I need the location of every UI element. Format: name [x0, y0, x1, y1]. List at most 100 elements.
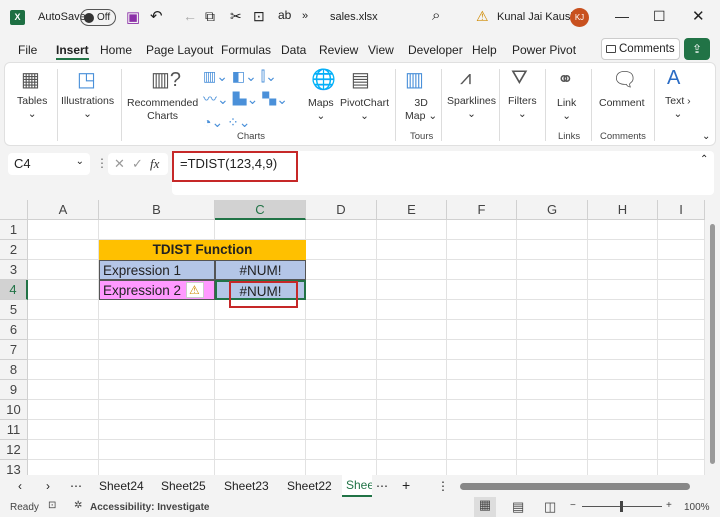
- page-layout-icon[interactable]: ▤: [512, 499, 524, 515]
- avatar[interactable]: KJ: [570, 8, 589, 27]
- chart-type-icons[interactable]: ▥⌄ ◧⌄ ⫿⌄ 〰⌄ ▙⌄ ▚⌄ ◔⌄ ⁘⌄: [203, 65, 288, 134]
- save-icon[interactable]: ▣: [126, 8, 140, 26]
- add-sheet-icon[interactable]: +: [402, 477, 410, 493]
- cell[interactable]: [306, 380, 377, 400]
- sheet-tab[interactable]: Sheet22: [287, 479, 332, 493]
- zoom-in-icon[interactable]: +: [666, 500, 672, 511]
- cell[interactable]: [99, 420, 215, 440]
- cell[interactable]: [588, 420, 658, 440]
- row-header-3[interactable]: 3: [0, 260, 28, 280]
- expand-formula-icon[interactable]: ⌃: [700, 154, 708, 165]
- cell[interactable]: [658, 460, 705, 475]
- sheet-tab[interactable]: Sheet23: [224, 479, 269, 493]
- row-header-5[interactable]: 5: [0, 300, 28, 320]
- tables-button[interactable]: Tables ⌄: [17, 95, 47, 121]
- copy-icon[interactable]: ⧉: [205, 8, 215, 25]
- cell[interactable]: [215, 320, 306, 340]
- cell[interactable]: [447, 220, 517, 240]
- zoom-out-icon[interactable]: −: [570, 500, 576, 511]
- comment-button[interactable]: Comment: [599, 97, 645, 110]
- zoom-slider[interactable]: [582, 501, 662, 512]
- cell[interactable]: [215, 460, 306, 475]
- row-header-1[interactable]: 1: [0, 220, 28, 240]
- enter-icon[interactable]: ✓: [132, 156, 143, 172]
- cell[interactable]: [658, 260, 705, 280]
- cell[interactable]: [517, 400, 588, 420]
- vertical-scrollbar[interactable]: [705, 200, 720, 475]
- cell[interactable]: [306, 240, 377, 260]
- cell[interactable]: [588, 360, 658, 380]
- filters-button[interactable]: Filters ⌄: [508, 95, 537, 121]
- row-header-4[interactable]: 4: [0, 280, 28, 300]
- spreadsheet-grid[interactable]: ABCDEFGHI123456789101112131415TDIST Func…: [0, 200, 705, 475]
- cell[interactable]: [377, 380, 447, 400]
- row-header-2[interactable]: 2: [0, 240, 28, 260]
- error-warning-icon[interactable]: ⚠: [186, 282, 204, 298]
- autosave-toggle[interactable]: Off: [80, 9, 116, 26]
- cell[interactable]: [517, 300, 588, 320]
- insert-function-button[interactable]: fx: [150, 156, 159, 172]
- zoom-level[interactable]: 100%: [684, 502, 710, 513]
- cell[interactable]: [588, 260, 658, 280]
- horizontal-scrollbar[interactable]: [460, 483, 690, 490]
- cell[interactable]: [588, 300, 658, 320]
- more-commands-button[interactable]: »: [302, 10, 308, 22]
- close-icon[interactable]: ✕: [692, 7, 705, 25]
- cell[interactable]: [517, 340, 588, 360]
- cell[interactable]: [306, 420, 377, 440]
- tab-insert[interactable]: Insert: [56, 43, 89, 60]
- tab-review[interactable]: Review: [319, 43, 358, 57]
- expression-1-label[interactable]: Expression 1: [99, 260, 215, 280]
- cell[interactable]: [447, 460, 517, 475]
- cell[interactable]: [28, 240, 99, 260]
- prev-sheet-icon[interactable]: ‹: [18, 479, 22, 493]
- cell[interactable]: [517, 220, 588, 240]
- row-header-8[interactable]: 8: [0, 360, 28, 380]
- cell[interactable]: [447, 240, 517, 260]
- cut-icon[interactable]: ✂: [230, 8, 242, 25]
- cell[interactable]: [447, 440, 517, 460]
- cell[interactable]: [28, 260, 99, 280]
- row-header-9[interactable]: 9: [0, 380, 28, 400]
- cell[interactable]: [517, 240, 588, 260]
- tab-home[interactable]: Home: [100, 43, 132, 57]
- comments-button[interactable]: Comments: [601, 38, 680, 60]
- cell[interactable]: [517, 420, 588, 440]
- link-button[interactable]: Link ⌄: [557, 97, 576, 123]
- tab-formulas[interactable]: Formulas: [221, 43, 271, 57]
- cell[interactable]: [377, 340, 447, 360]
- row-header-10[interactable]: 10: [0, 400, 28, 420]
- cell[interactable]: [517, 440, 588, 460]
- cell[interactable]: [28, 220, 99, 240]
- tab-file[interactable]: File: [18, 43, 37, 57]
- cell[interactable]: [377, 400, 447, 420]
- cell[interactable]: [447, 280, 517, 300]
- search-icon[interactable]: ⌕: [432, 7, 440, 24]
- cell[interactable]: [99, 440, 215, 460]
- cell[interactable]: [306, 400, 377, 420]
- name-box[interactable]: C4 ⌄: [8, 153, 90, 175]
- cell[interactable]: [377, 240, 447, 260]
- cell[interactable]: [658, 360, 705, 380]
- cell[interactable]: [99, 220, 215, 240]
- column-header-G[interactable]: G: [517, 200, 588, 220]
- cell[interactable]: [447, 320, 517, 340]
- cell[interactable]: [99, 400, 215, 420]
- tab-power-pivot[interactable]: Power Pivot: [512, 43, 576, 57]
- cell[interactable]: [658, 240, 705, 260]
- cell[interactable]: [377, 440, 447, 460]
- cell[interactable]: [99, 340, 215, 360]
- pivotchart-button[interactable]: PivotChart ⌄: [340, 97, 389, 123]
- cell[interactable]: [215, 360, 306, 380]
- tab-developer[interactable]: Developer: [408, 43, 463, 57]
- column-header-A[interactable]: A: [28, 200, 99, 220]
- options-icon[interactable]: ⋮: [437, 479, 449, 493]
- tab-view[interactable]: View: [368, 43, 394, 57]
- column-header-C[interactable]: C: [215, 200, 306, 220]
- cell[interactable]: [215, 420, 306, 440]
- cell[interactable]: [658, 420, 705, 440]
- row-header-6[interactable]: 6: [0, 320, 28, 340]
- cell[interactable]: [658, 440, 705, 460]
- cell[interactable]: [517, 360, 588, 380]
- cell[interactable]: [99, 460, 215, 475]
